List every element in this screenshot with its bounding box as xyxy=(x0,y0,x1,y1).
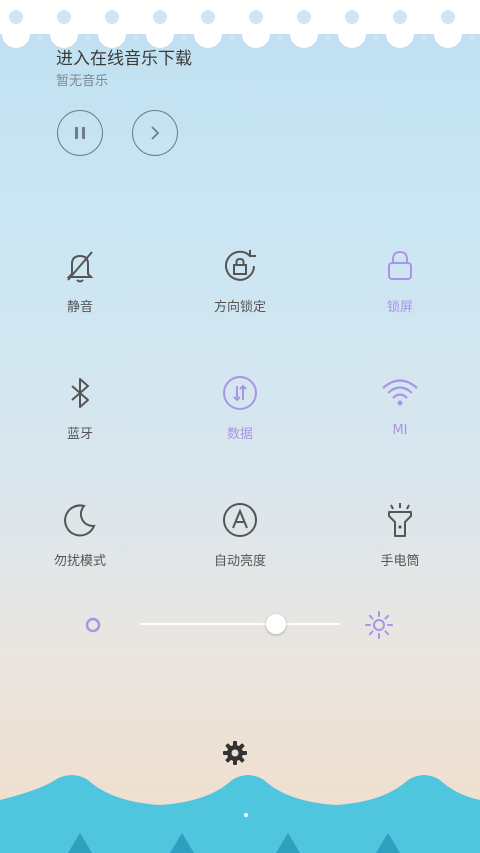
toggle-rotation-lock-label: 方向锁定 xyxy=(213,300,266,315)
toggle-dnd[interactable]: 勿扰模式 xyxy=(20,500,140,600)
page-indicator-dot xyxy=(244,813,248,817)
brightness-high-icon xyxy=(365,611,393,639)
toggle-auto-brightness[interactable]: 自动亮度 xyxy=(180,500,300,600)
data-icon xyxy=(223,376,257,410)
toggle-dnd-label: 勿扰模式 xyxy=(53,554,106,569)
toggle-auto-brightness-label: 自动亮度 xyxy=(213,554,266,569)
toggle-flashlight-label: 手电筒 xyxy=(380,554,420,569)
toggle-mute-label: 静音 xyxy=(66,300,93,315)
pause-button[interactable] xyxy=(57,110,103,156)
auto-brightness-icon xyxy=(223,503,257,537)
lace-border xyxy=(0,0,480,48)
brightness-low-icon xyxy=(85,617,101,633)
wave-decoration xyxy=(0,775,480,853)
toggle-bluetooth[interactable]: 蓝牙 xyxy=(20,373,140,473)
moon-icon xyxy=(64,504,96,537)
flashlight-icon xyxy=(388,503,412,537)
mute-bell-icon xyxy=(66,251,94,283)
toggle-mute[interactable]: 静音 xyxy=(20,246,140,346)
pause-icon xyxy=(75,127,85,139)
next-button[interactable] xyxy=(132,110,178,156)
brightness-knob[interactable] xyxy=(266,614,286,634)
music-title[interactable]: 进入在线音乐下载 xyxy=(56,44,192,69)
toggle-wifi[interactable]: MI xyxy=(340,373,460,473)
bluetooth-icon xyxy=(71,378,89,408)
lock-icon xyxy=(388,250,412,280)
toggle-data-label: 数据 xyxy=(226,427,253,442)
toggle-rotation-lock[interactable]: 方向锁定 xyxy=(180,246,300,346)
brightness-slider[interactable] xyxy=(80,606,410,646)
music-subtitle: 暂无音乐 xyxy=(56,74,109,89)
wifi-icon xyxy=(382,379,418,406)
settings-gear-icon[interactable] xyxy=(222,740,248,766)
toggle-wifi-label: MI xyxy=(392,423,408,438)
chevron-right-icon xyxy=(151,126,160,140)
brightness-track[interactable] xyxy=(140,623,340,625)
rotation-lock-icon xyxy=(225,250,256,281)
toggle-lock-screen-label: 锁屏 xyxy=(386,300,413,315)
toggle-lock-screen[interactable]: 锁屏 xyxy=(340,246,460,346)
toggle-data[interactable]: 数据 xyxy=(180,373,300,473)
toggle-flashlight[interactable]: 手电筒 xyxy=(340,500,460,600)
toggle-bluetooth-label: 蓝牙 xyxy=(66,427,93,442)
